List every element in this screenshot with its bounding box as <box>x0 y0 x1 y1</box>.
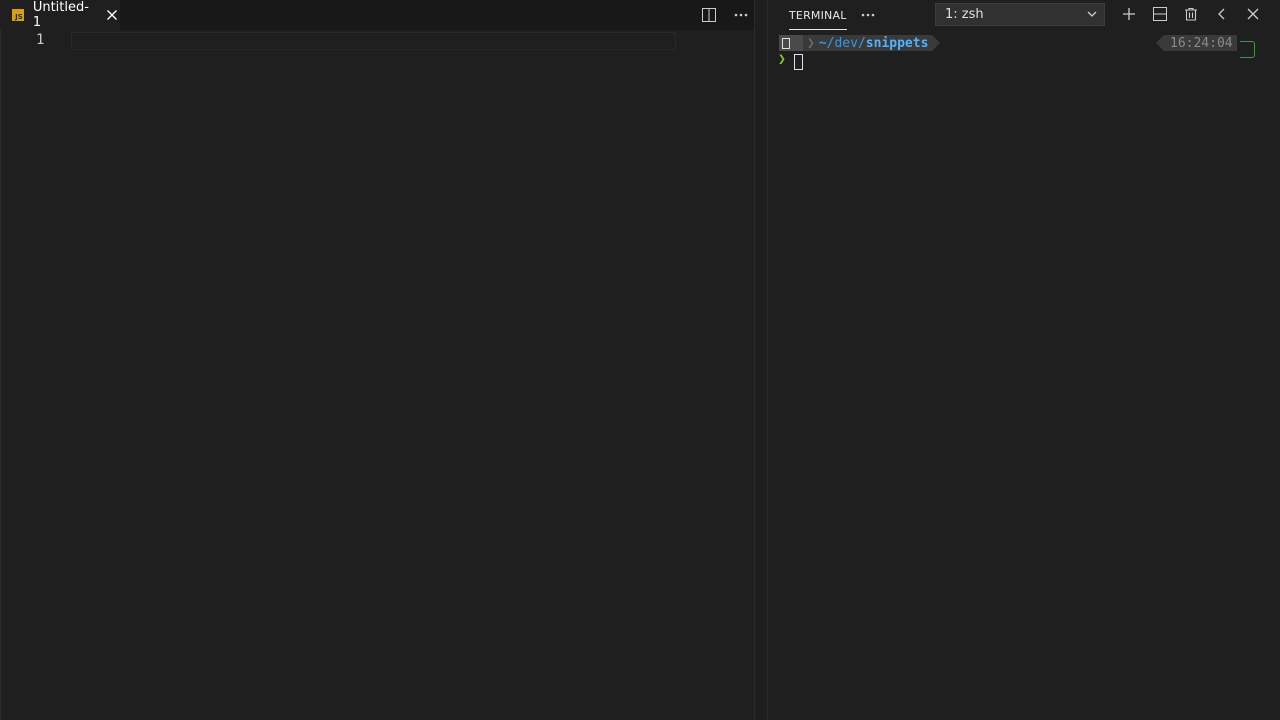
line-number: 1 <box>36 32 45 48</box>
editor-actions <box>698 0 752 30</box>
panel-actions <box>1118 3 1264 25</box>
prompt-symbol: ❯ <box>778 52 786 67</box>
chevron-down-icon <box>1086 8 1098 24</box>
prompt-time: 16:24:04 <box>1156 35 1237 51</box>
terminal-select-value: 1: zsh <box>945 7 984 22</box>
split-terminal-icon[interactable] <box>1149 3 1171 25</box>
tab-terminal[interactable]: TERMINAL <box>789 0 847 30</box>
path-segment: ❯ ~/dev/snippets <box>803 35 941 51</box>
current-line-highlight[interactable] <box>71 32 676 50</box>
path-current-dir: snippets <box>865 35 929 51</box>
close-icon[interactable] <box>1242 3 1264 25</box>
editor-pane: JS Untitled-1 1 <box>0 0 755 720</box>
segment-separator-icon: ❯ <box>807 35 815 51</box>
editor-scrollbar-area[interactable] <box>676 30 754 720</box>
js-file-icon: JS <box>12 9 24 21</box>
os-segment <box>779 35 803 51</box>
path-tilde: ~ <box>818 35 827 51</box>
tab-title: Untitled-1 <box>32 0 89 30</box>
more-actions-icon[interactable] <box>857 4 879 26</box>
terminal-cursor[interactable] <box>794 54 803 70</box>
tab-untitled-1[interactable]: JS Untitled-1 <box>0 0 120 30</box>
terminal-prompt: ❯ ~/dev/snippets <box>779 35 941 51</box>
close-icon[interactable] <box>104 7 120 23</box>
prompt-decoration <box>1240 41 1255 58</box>
add-icon[interactable] <box>1118 3 1140 25</box>
editor-tab-bar: JS Untitled-1 <box>0 0 754 30</box>
trash-icon[interactable] <box>1180 3 1202 25</box>
terminal-panel: TERMINAL 1: zsh ❯ ~ /dev/ snippets 16:24… <box>768 0 1280 720</box>
os-glyph-icon <box>782 37 790 49</box>
terminal-select[interactable]: 1: zsh <box>935 3 1105 26</box>
path-dim: /dev/ <box>826 35 866 51</box>
panel-header: TERMINAL 1: zsh <box>768 0 1280 30</box>
chevron-left-icon[interactable] <box>1211 3 1233 25</box>
split-editor-icon[interactable] <box>698 4 720 26</box>
editor-left-border <box>0 0 1 720</box>
more-actions-icon[interactable] <box>730 4 752 26</box>
